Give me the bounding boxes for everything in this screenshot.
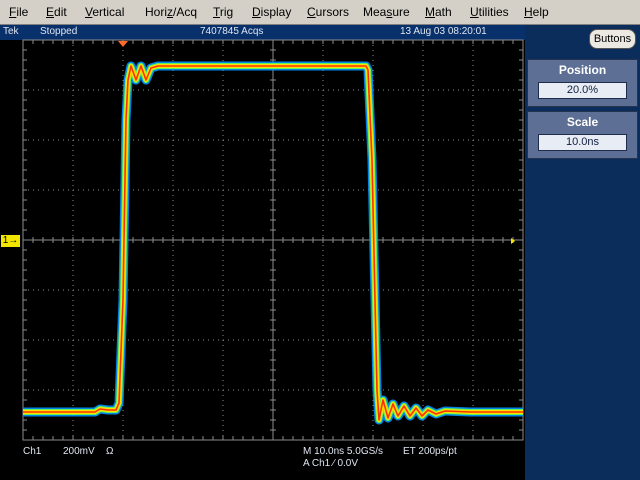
waveform-display[interactable]: [0, 0, 640, 480]
channel-1-marker[interactable]: 1→: [1, 235, 20, 247]
trigger-position-icon: [118, 41, 128, 47]
graticule: [22, 39, 524, 441]
timebase-readout: M 10.0ns 5.0GS/s: [303, 446, 384, 457]
trigger-readout: A Ch1 ∕ 0.0V: [303, 458, 359, 469]
volts-per-div: 200mV: [63, 446, 95, 457]
channel-label: Ch1: [23, 446, 42, 457]
et-readout: ET 200ps/pt: [403, 446, 457, 457]
coupling-icon: Ω: [106, 446, 114, 457]
